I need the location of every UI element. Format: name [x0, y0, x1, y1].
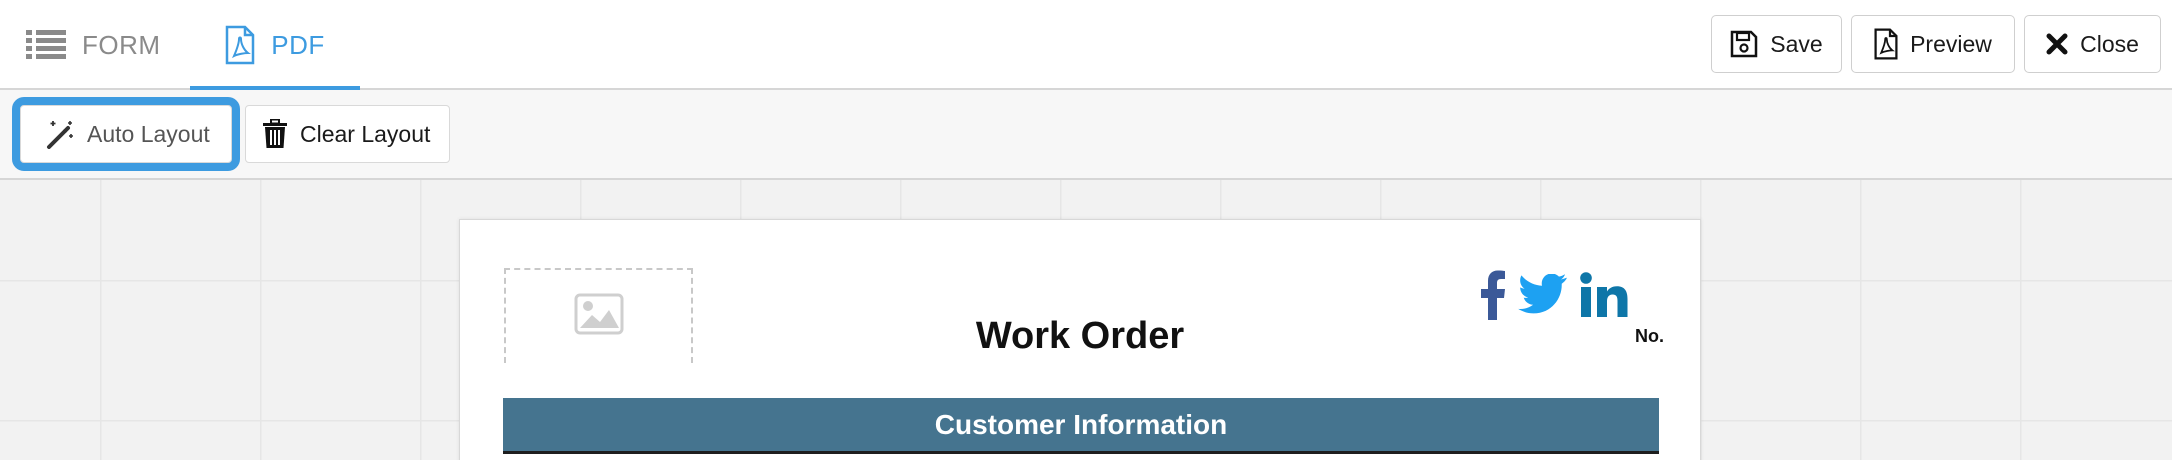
magic-wand-icon — [45, 119, 75, 149]
tab-form[interactable]: FORM — [26, 0, 161, 90]
close-icon — [2046, 33, 2068, 55]
section-title: Customer Information — [934, 408, 1228, 440]
save-label: Save — [1770, 30, 1823, 57]
tab-pdf-label: PDF — [271, 29, 325, 60]
linkedin-icon — [1580, 272, 1628, 318]
top-bar: FORM PDF Save Preview Close — [0, 0, 2172, 92]
trash-icon — [262, 119, 288, 149]
preview-button[interactable]: Preview — [1851, 15, 2015, 73]
floppy-disk-icon — [1730, 30, 1758, 58]
pdf-file-icon — [225, 25, 255, 65]
list-icon — [26, 29, 66, 61]
auto-layout-button[interactable]: Auto Layout — [12, 97, 240, 171]
tab-pdf[interactable]: PDF — [190, 0, 360, 92]
save-button[interactable]: Save — [1711, 15, 1842, 73]
auto-layout-label: Auto Layout — [87, 120, 210, 147]
document-number-label: No. — [1635, 326, 1664, 346]
clear-layout-button[interactable]: Clear Layout — [245, 105, 450, 163]
tab-form-label: FORM — [82, 29, 161, 60]
preview-label: Preview — [1910, 30, 1992, 57]
pdf-page: Work Order No. Customer Information — [459, 219, 1701, 460]
close-button[interactable]: Close — [2024, 15, 2161, 73]
clear-layout-label: Clear Layout — [300, 120, 431, 147]
social-icons — [1480, 265, 1640, 325]
layout-toolbar: Auto Layout Clear Layout — [0, 90, 2172, 180]
twitter-icon — [1518, 274, 1568, 316]
facebook-icon — [1480, 270, 1506, 320]
pdf-file-icon — [1874, 28, 1898, 60]
close-label: Close — [2080, 30, 2139, 57]
section-header[interactable]: Customer Information — [503, 398, 1659, 454]
